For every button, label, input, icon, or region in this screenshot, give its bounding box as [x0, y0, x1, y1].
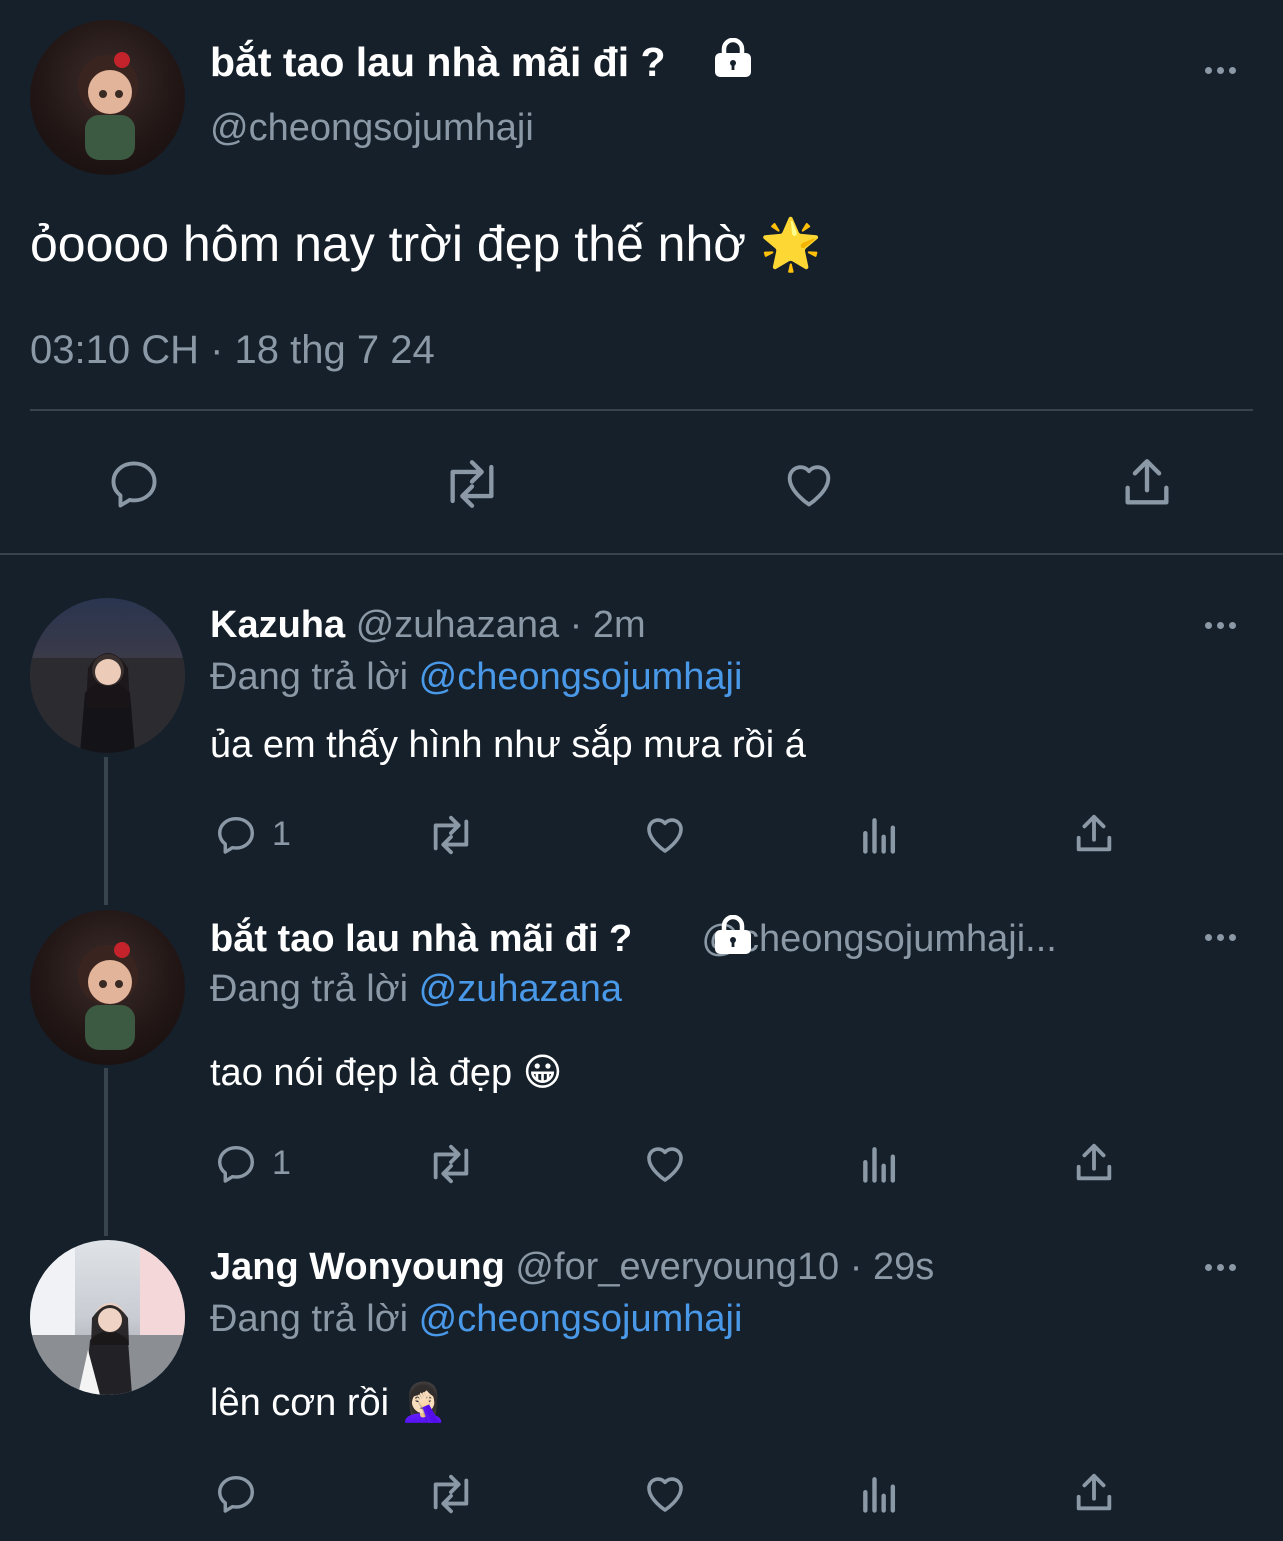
- retweet-icon[interactable]: [424, 812, 478, 858]
- reply-handle-time[interactable]: @for_everyoung10 · 29s: [515, 1246, 934, 1288]
- reply-display-name[interactable]: Jang Wonyoung: [210, 1246, 505, 1288]
- share-icon[interactable]: [1071, 1469, 1117, 1517]
- analytics-icon[interactable]: [858, 1141, 902, 1187]
- more-options-icon[interactable]: [1200, 618, 1240, 632]
- replying-to: Đang trả lời @cheongsojumhaji: [210, 1296, 742, 1342]
- divider: [30, 409, 1253, 411]
- author-avatar[interactable]: [30, 20, 185, 175]
- retweet-icon[interactable]: [424, 1141, 478, 1187]
- reply-count: 1: [272, 815, 291, 853]
- like-icon[interactable]: [780, 455, 838, 513]
- share-icon[interactable]: [1118, 453, 1176, 513]
- reply-count: 1: [272, 1144, 291, 1182]
- analytics-icon[interactable]: [858, 812, 902, 858]
- replying-to: Đang trả lời @zuhazana: [210, 966, 622, 1012]
- share-icon[interactable]: [1071, 1139, 1117, 1187]
- reply-icon[interactable]: [213, 1471, 259, 1517]
- reply-icon[interactable]: [105, 455, 163, 513]
- replying-to: Đang trả lời @cheongsojumhaji: [210, 654, 742, 700]
- reply-header: Jang Wonyoung @for_everyoung10 · 29s: [210, 1244, 934, 1290]
- reply-handle-time[interactable]: @zuhazana · 2m: [356, 604, 646, 646]
- tweet-timestamp: 03:10 CH · 18 thg 7 24: [30, 328, 435, 372]
- share-icon[interactable]: [1071, 810, 1117, 858]
- reply-header: Kazuha @zuhazana · 2m: [210, 602, 646, 648]
- analytics-icon[interactable]: [858, 1471, 902, 1517]
- lock-icon: [712, 38, 754, 78]
- reply-handle-time[interactable]: @cheongsojumhaji...: [701, 918, 1056, 960]
- replying-to-link[interactable]: @cheongsojumhaji: [419, 656, 743, 698]
- more-options-icon[interactable]: [1200, 930, 1240, 944]
- replying-to-link[interactable]: @cheongsojumhaji: [419, 1298, 743, 1340]
- replying-prefix: Đang trả lời: [210, 1298, 409, 1340]
- reply-icon[interactable]: [213, 1141, 259, 1187]
- reply-text: lên cơn rồi 🤦🏻‍♀️: [210, 1382, 447, 1424]
- retweet-icon[interactable]: [424, 1471, 478, 1517]
- like-icon[interactable]: [641, 1139, 689, 1187]
- more-options-icon[interactable]: [1200, 63, 1240, 77]
- replying-to-link[interactable]: @zuhazana: [419, 968, 622, 1010]
- more-options-icon[interactable]: [1200, 1260, 1240, 1274]
- replying-prefix: Đang trả lời: [210, 968, 409, 1010]
- like-icon[interactable]: [641, 1469, 689, 1517]
- reply-display-name[interactable]: bắt tao lau nhà mãi đi ?: [210, 918, 632, 960]
- thread-line: [104, 1068, 108, 1236]
- replying-prefix: Đang trả lời: [210, 656, 409, 698]
- reply-display-name[interactable]: Kazuha: [210, 604, 345, 646]
- section-divider: [0, 553, 1283, 555]
- retweet-icon[interactable]: [440, 455, 504, 513]
- author-display-name[interactable]: bắt tao lau nhà mãi đi ?: [210, 38, 666, 86]
- lock-icon: [712, 915, 754, 955]
- reply-text: tao nói đẹp là đẹp 😀: [210, 1052, 563, 1094]
- author-handle[interactable]: @cheongsojumhaji: [210, 105, 534, 151]
- reply-text: ủa em thấy hình như sắp mưa rồi á: [210, 724, 806, 766]
- reply-avatar[interactable]: [30, 598, 185, 753]
- reply-icon[interactable]: [213, 812, 259, 858]
- like-icon[interactable]: [641, 810, 689, 858]
- thread-line: [104, 757, 108, 905]
- reply-header: bắt tao lau nhà mãi đi ? @cheongsojumhaj…: [210, 916, 1057, 962]
- reply-avatar[interactable]: [30, 910, 185, 1065]
- reply-avatar[interactable]: [30, 1240, 185, 1395]
- tweet-text: ỏoooo hôm nay trời đẹp thế nhờ 🌟: [30, 216, 823, 272]
